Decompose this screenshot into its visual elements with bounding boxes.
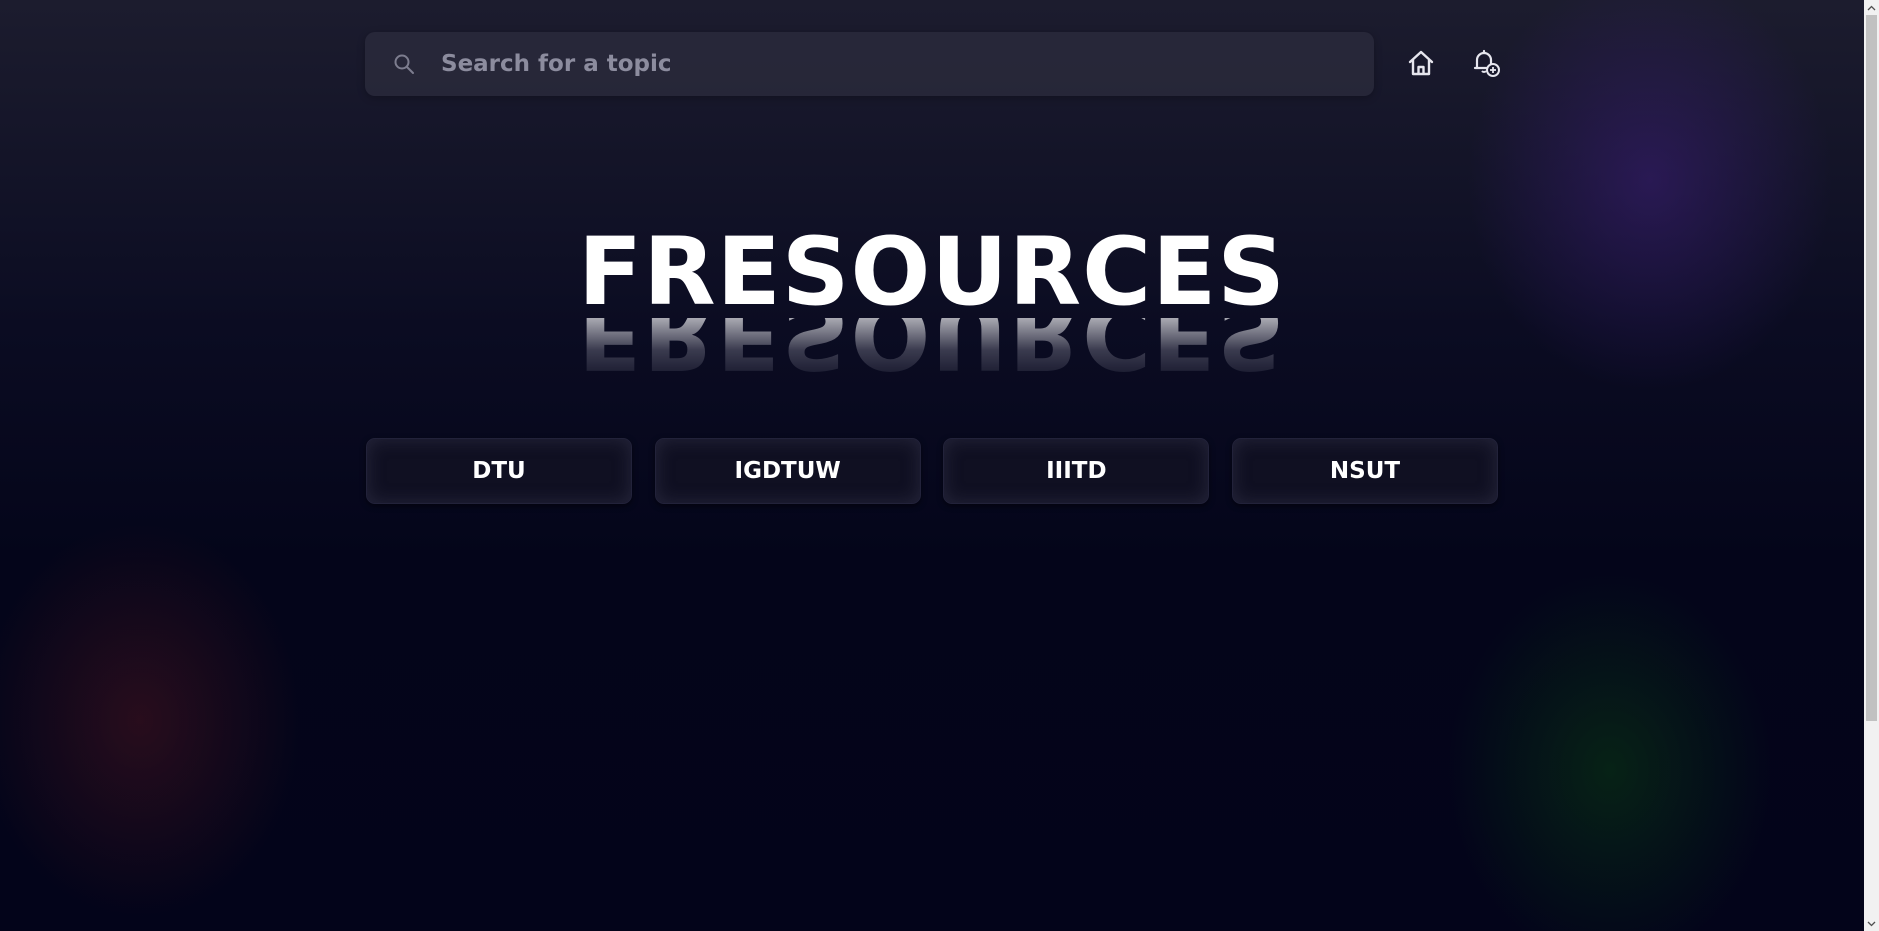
- scroll-up-arrow-icon[interactable]: [1864, 0, 1879, 15]
- page-title: FRESOURCES: [577, 218, 1287, 327]
- search-input[interactable]: [439, 43, 1374, 85]
- home-icon[interactable]: [1403, 45, 1439, 81]
- college-button-iiitd[interactable]: IIITD: [943, 438, 1210, 504]
- title-reflection-text: FRESOURCES: [578, 318, 1286, 388]
- college-button-igdtuw[interactable]: IGDTUW: [654, 438, 921, 504]
- page: FRESOURCES FRESOURCES DTU IGDTUW IIITD N…: [0, 0, 1879, 931]
- scrollbar-thumb[interactable]: [1866, 15, 1877, 721]
- hero: FRESOURCES: [0, 218, 1864, 328]
- college-list: DTU IGDTUW IIITD NSUT: [366, 438, 1498, 504]
- bell-plus-icon[interactable]: [1467, 45, 1503, 81]
- search-bar[interactable]: [365, 32, 1374, 96]
- scroll-down-arrow-icon[interactable]: [1864, 916, 1879, 931]
- college-button-nsut[interactable]: NSUT: [1231, 438, 1498, 504]
- search-icon: [389, 49, 419, 79]
- college-button-dtu[interactable]: DTU: [366, 438, 632, 504]
- title-reflection: FRESOURCES: [0, 318, 1864, 404]
- vertical-scrollbar[interactable]: [1864, 0, 1879, 931]
